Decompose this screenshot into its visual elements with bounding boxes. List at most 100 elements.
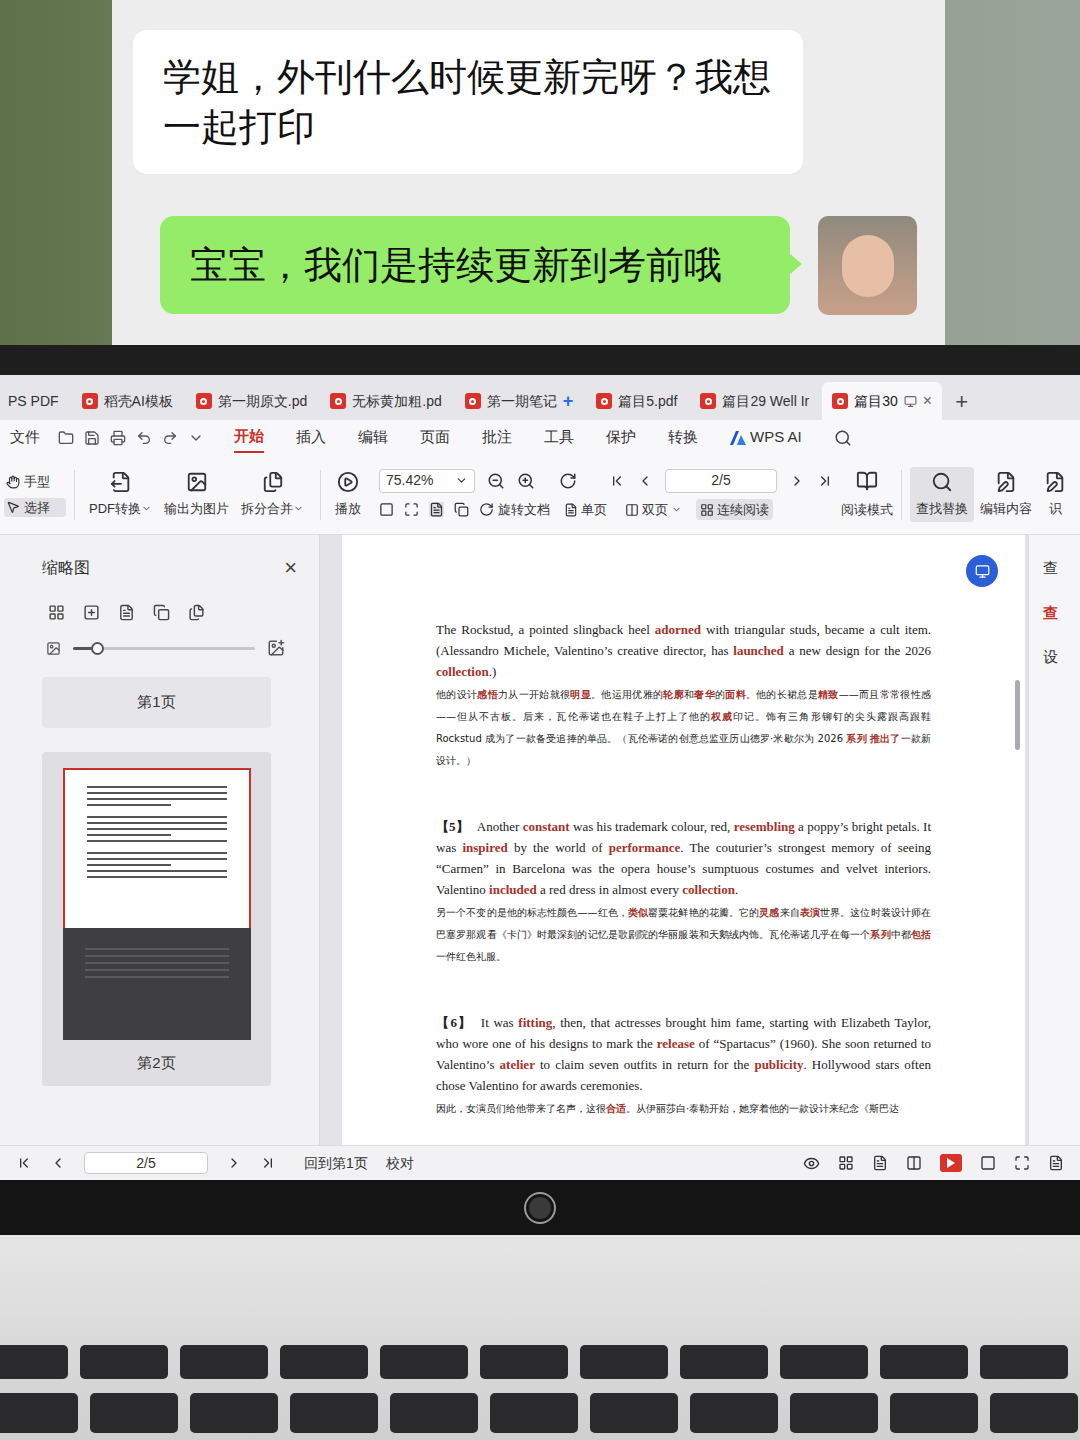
- fullscreen-icon[interactable]: [1014, 1155, 1030, 1171]
- folder-icon[interactable]: [58, 430, 74, 446]
- fit-width-icon[interactable]: [1048, 1155, 1064, 1171]
- tab[interactable]: 无标黄加粗.pd: [320, 382, 451, 420]
- save-icon[interactable]: [84, 430, 100, 446]
- undo-icon[interactable]: [136, 430, 152, 446]
- menu-tab[interactable]: 页面: [420, 423, 450, 453]
- menu-tab[interactable]: 保护: [606, 423, 636, 453]
- fit-page-icon[interactable]: [404, 502, 419, 517]
- zoom-out-icon[interactable]: [487, 472, 505, 490]
- play-button[interactable]: 播放: [331, 471, 365, 519]
- menu-tab[interactable]: 批注: [482, 423, 512, 453]
- zoom-in-icon[interactable]: [517, 472, 535, 490]
- panel-close[interactable]: ×: [284, 551, 299, 584]
- prev-page-icon[interactable]: [637, 473, 653, 489]
- status-page-field[interactable]: 2/5: [84, 1152, 208, 1174]
- first-page-icon[interactable]: [609, 473, 625, 489]
- document-view: The Rockstud, a pointed slingback heel a…: [320, 535, 1028, 1145]
- print-icon[interactable]: [110, 430, 126, 446]
- view-mode-button[interactable]: 连续阅读: [696, 499, 773, 521]
- reading-mode-button[interactable]: 阅读模式: [841, 470, 893, 520]
- scrollbar-thumb[interactable]: [1015, 680, 1020, 750]
- insert-page-icon[interactable]: [83, 604, 100, 621]
- last-page-icon[interactable]: [260, 1155, 276, 1171]
- grid-icon[interactable]: [48, 604, 65, 621]
- toolbar-button[interactable]: 拆分合并: [235, 471, 310, 519]
- thumbnail-item[interactable]: 第1页: [42, 677, 271, 728]
- pdf-page: The Rockstud, a pointed slingback heel a…: [342, 535, 1025, 1145]
- toolbar-button[interactable]: 编辑内容: [974, 467, 1038, 523]
- tab[interactable]: 篇目30×: [822, 382, 942, 420]
- pages-icon[interactable]: [188, 604, 205, 621]
- toolbar-button[interactable]: PDF转换: [83, 471, 158, 519]
- highlighted-word: 明显: [570, 689, 591, 700]
- menu-tab[interactable]: 插入: [296, 423, 326, 453]
- highlighted-word: performance: [609, 840, 680, 855]
- toolbar-button[interactable]: 识: [1038, 467, 1072, 523]
- key: [580, 1345, 668, 1379]
- rotate-button[interactable]: 旋转文档: [479, 500, 550, 520]
- continuous-icon[interactable]: [838, 1155, 854, 1171]
- page-field[interactable]: 2/5: [665, 469, 777, 493]
- single-page-icon[interactable]: [872, 1155, 888, 1171]
- menu-tab[interactable]: WPS AI: [730, 423, 802, 453]
- next-page-icon[interactable]: [226, 1155, 242, 1171]
- proofread-button[interactable]: 校对: [386, 1153, 414, 1174]
- rotate-icon[interactable]: [559, 472, 577, 490]
- right-panel-item[interactable]: 查: [1029, 602, 1080, 625]
- hand-tool[interactable]: 手型: [4, 472, 66, 492]
- copy-page-icon[interactable]: [153, 604, 170, 621]
- menu-tab[interactable]: 编辑: [358, 423, 388, 453]
- tab[interactable]: 篇目29 Well Ir: [690, 382, 819, 420]
- search-icon[interactable]: [834, 429, 852, 447]
- first-page-icon[interactable]: [16, 1155, 32, 1171]
- rotate-left-icon[interactable]: [454, 502, 469, 517]
- view-mode-button[interactable]: 单页: [560, 499, 611, 521]
- view-mode-button[interactable]: 双页: [621, 499, 686, 521]
- toolbar-button[interactable]: 查找替换: [910, 467, 974, 523]
- edit-icon: [995, 471, 1017, 493]
- next-page-icon[interactable]: [789, 473, 805, 489]
- page-icon[interactable]: [118, 604, 135, 621]
- new-tab-button[interactable]: +: [945, 382, 978, 420]
- toolbar-button[interactable]: 输出为图片: [158, 471, 235, 519]
- highlighted-word: publicity: [754, 1057, 803, 1072]
- first-page-link[interactable]: 回到第1页: [304, 1153, 368, 1174]
- pdf-icon: [465, 393, 481, 409]
- more-icon[interactable]: [188, 430, 204, 446]
- hand-tool[interactable]: 选择: [4, 498, 66, 518]
- redo-icon[interactable]: [162, 430, 178, 446]
- tab[interactable]: PS PDF: [0, 382, 69, 420]
- eye-icon[interactable]: [803, 1155, 820, 1172]
- split-merge-icon: [262, 471, 284, 493]
- double-page-icon[interactable]: [906, 1155, 922, 1171]
- last-page-icon[interactable]: [817, 473, 833, 489]
- menu-tab[interactable]: 工具: [544, 423, 574, 453]
- right-panel-item[interactable]: 设: [1029, 646, 1080, 669]
- zoom-field[interactable]: 75.42%: [379, 469, 475, 493]
- play-red-icon[interactable]: [940, 1154, 962, 1172]
- paragraph: The Rockstud, a pointed slingback heel a…: [436, 619, 931, 772]
- tab[interactable]: 第一期笔记+: [455, 382, 584, 420]
- key: [80, 1345, 168, 1379]
- prev-page-icon[interactable]: [50, 1155, 66, 1171]
- floating-button[interactable]: [966, 555, 998, 587]
- thumbnail-item[interactable]: 第2页: [42, 752, 271, 1087]
- pdf-icon: [596, 393, 612, 409]
- menu-bar: 文件 开始 插入 编辑 页面 批注 工具 保护 转换 WPS AI: [0, 420, 1080, 455]
- fit-icon[interactable]: [980, 1155, 996, 1171]
- actual-size-icon[interactable]: [379, 502, 394, 517]
- right-panel-item[interactable]: 查: [1029, 557, 1080, 580]
- menu-tab[interactable]: 转换: [668, 423, 698, 453]
- menu-tab[interactable]: 开始: [234, 423, 264, 453]
- chinese-text: 。他运用优雅的: [591, 689, 663, 700]
- thumbnail-size-slider[interactable]: [73, 647, 255, 650]
- english-text: to claim seven outfits in return for the: [535, 1057, 754, 1072]
- tab-close[interactable]: ×: [923, 389, 932, 413]
- highlighted-word: fitting: [518, 1015, 552, 1030]
- tab[interactable]: 第一期原文.pd: [186, 382, 317, 420]
- tab[interactable]: 篇目5.pdf: [586, 382, 687, 420]
- avatar[interactable]: [818, 216, 917, 315]
- tab[interactable]: 稻壳AI模板: [72, 382, 183, 420]
- fit-width-icon[interactable]: [429, 502, 444, 517]
- file-menu[interactable]: 文件: [0, 426, 58, 449]
